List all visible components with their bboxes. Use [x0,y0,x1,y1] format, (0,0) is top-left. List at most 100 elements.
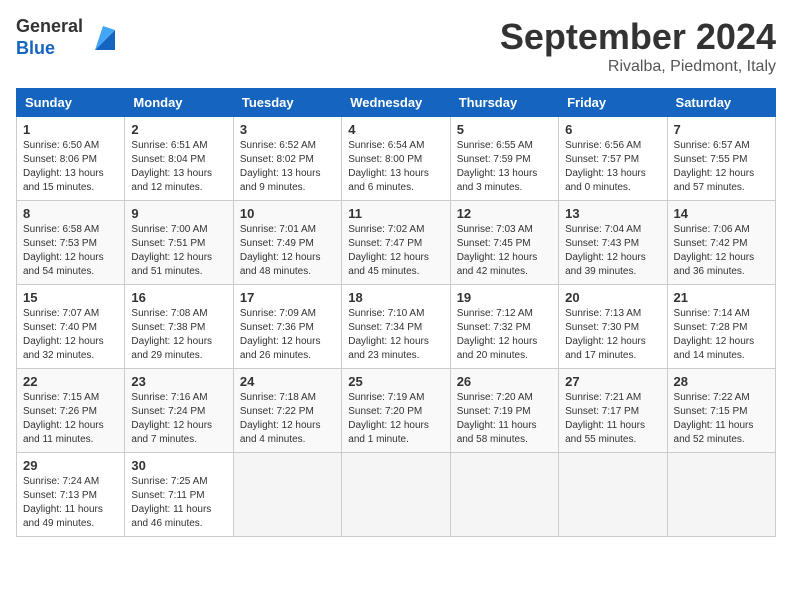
table-row: 28 Sunrise: 7:22 AM Sunset: 7:15 PM Dayli… [667,369,775,453]
day-info: Sunrise: 7:15 AM Sunset: 7:26 PM Dayligh… [23,391,118,447]
day-number: 21 [674,290,769,305]
day-info: Sunrise: 6:54 AM Sunset: 8:00 PM Dayligh… [348,139,443,195]
table-row: 14 Sunrise: 7:06 AM Sunset: 7:42 PM Dayli… [667,201,775,285]
table-row: 25 Sunrise: 7:19 AM Sunset: 7:20 PM Dayli… [342,369,450,453]
logo-general: General [16,16,83,36]
table-row: 16 Sunrise: 7:08 AM Sunset: 7:38 PM Dayli… [125,285,233,369]
day-info: Sunrise: 6:55 AM Sunset: 7:59 PM Dayligh… [457,139,552,195]
day-info: Sunrise: 7:14 AM Sunset: 7:28 PM Dayligh… [674,307,769,363]
day-info: Sunrise: 7:06 AM Sunset: 7:42 PM Dayligh… [674,223,769,279]
table-row: 22 Sunrise: 7:15 AM Sunset: 7:26 PM Dayli… [17,369,125,453]
calendar-week-row: 8 Sunrise: 6:58 AM Sunset: 7:53 PM Daylig… [17,201,776,285]
day-number: 2 [131,122,226,137]
table-row: 3 Sunrise: 6:52 AM Sunset: 8:02 PM Daylig… [233,117,341,201]
day-info: Sunrise: 7:19 AM Sunset: 7:20 PM Dayligh… [348,391,443,447]
logo-blue: Blue [16,38,55,58]
title-block: September 2024 Rivalba, Piedmont, Italy [500,16,776,76]
day-number: 1 [23,122,118,137]
table-row: 11Sunrise: 7:02 AM Sunset: 7:47 PM Dayli… [342,201,450,285]
day-number: 29 [23,458,118,473]
page-header: General Blue September 2024 Rivalba, Pie… [16,16,776,76]
day-number: 24 [240,374,335,389]
day-info: Sunrise: 7:18 AM Sunset: 7:22 PM Dayligh… [240,391,335,447]
day-number: 13 [565,206,660,221]
day-number: 9 [131,206,226,221]
day-number: 22 [23,374,118,389]
table-row: 26 Sunrise: 7:20 AM Sunset: 7:19 PM Dayli… [450,369,558,453]
calendar-week-row: 1 Sunrise: 6:50 AM Sunset: 8:06 PM Daylig… [17,117,776,201]
day-info: Sunrise: 7:01 AM Sunset: 7:49 PM Dayligh… [240,223,335,279]
day-info: Sunrise: 7:08 AM Sunset: 7:38 PM Dayligh… [131,307,226,363]
table-row: 23Sunrise: 7:16 AM Sunset: 7:24 PM Dayli… [125,369,233,453]
table-row: 27Sunrise: 7:21 AM Sunset: 7:17 PM Dayli… [559,369,667,453]
day-info: Sunrise: 7:02 AM Sunset: 7:47 PM Dayligh… [348,223,443,279]
day-info: Sunrise: 7:04 AM Sunset: 7:43 PM Dayligh… [565,223,660,279]
day-info: Sunrise: 7:20 AM Sunset: 7:19 PM Dayligh… [457,391,552,447]
day-number: 5 [457,122,552,137]
day-info: Sunrise: 7:13 AM Sunset: 7:30 PM Dayligh… [565,307,660,363]
day-info: Sunrise: 6:56 AM Sunset: 7:57 PM Dayligh… [565,139,660,195]
table-row: 21 Sunrise: 7:14 AM Sunset: 7:28 PM Dayli… [667,285,775,369]
day-number: 10 [240,206,335,221]
day-number: 3 [240,122,335,137]
table-row: 18 Sunrise: 7:10 AM Sunset: 7:34 PM Dayli… [342,285,450,369]
day-number: 6 [565,122,660,137]
day-info: Sunrise: 6:50 AM Sunset: 8:06 PM Dayligh… [23,139,118,195]
table-row [667,453,775,537]
day-info: Sunrise: 7:03 AM Sunset: 7:45 PM Dayligh… [457,223,552,279]
col-thursday: Thursday [450,89,558,117]
day-info: Sunrise: 6:52 AM Sunset: 8:02 PM Dayligh… [240,139,335,195]
day-number: 7 [674,122,769,137]
day-number: 26 [457,374,552,389]
day-number: 4 [348,122,443,137]
col-sunday: Sunday [17,89,125,117]
day-number: 17 [240,290,335,305]
day-number: 23 [131,374,226,389]
table-row: 15 Sunrise: 7:07 AM Sunset: 7:40 PM Dayli… [17,285,125,369]
day-info: Sunrise: 6:58 AM Sunset: 7:53 PM Dayligh… [23,223,118,279]
day-number: 18 [348,290,443,305]
table-row: 5 Sunrise: 6:55 AM Sunset: 7:59 PM Daylig… [450,117,558,201]
day-number: 30 [131,458,226,473]
table-row: 29 Sunrise: 7:24 AM Sunset: 7:13 PM Dayli… [17,453,125,537]
table-row [342,453,450,537]
table-row: 8 Sunrise: 6:58 AM Sunset: 7:53 PM Daylig… [17,201,125,285]
table-row: 4 Sunrise: 6:54 AM Sunset: 8:00 PM Daylig… [342,117,450,201]
table-row: 17 Sunrise: 7:09 AM Sunset: 7:36 PM Dayli… [233,285,341,369]
table-row: 30 Sunrise: 7:25 AM Sunset: 7:11 PM Dayli… [125,453,233,537]
table-row: 7Sunrise: 6:57 AM Sunset: 7:55 PM Daylig… [667,117,775,201]
day-info: Sunrise: 7:24 AM Sunset: 7:13 PM Dayligh… [23,475,118,531]
day-number: 19 [457,290,552,305]
location-subtitle: Rivalba, Piedmont, Italy [500,58,776,76]
table-row: 19Sunrise: 7:12 AM Sunset: 7:32 PM Dayli… [450,285,558,369]
table-row: 20 Sunrise: 7:13 AM Sunset: 7:30 PM Dayli… [559,285,667,369]
calendar-week-row: 29 Sunrise: 7:24 AM Sunset: 7:13 PM Dayli… [17,453,776,537]
day-info: Sunrise: 7:09 AM Sunset: 7:36 PM Dayligh… [240,307,335,363]
day-number: 25 [348,374,443,389]
calendar-header-row: Sunday Monday Tuesday Wednesday Thursday… [17,89,776,117]
col-friday: Friday [559,89,667,117]
day-number: 15 [23,290,118,305]
day-info: Sunrise: 7:25 AM Sunset: 7:11 PM Dayligh… [131,475,226,531]
month-title: September 2024 [500,16,776,58]
table-row: 13 Sunrise: 7:04 AM Sunset: 7:43 PM Dayli… [559,201,667,285]
day-info: Sunrise: 7:07 AM Sunset: 7:40 PM Dayligh… [23,307,118,363]
table-row [233,453,341,537]
table-row: 9 Sunrise: 7:00 AM Sunset: 7:51 PM Daylig… [125,201,233,285]
day-info: Sunrise: 6:51 AM Sunset: 8:04 PM Dayligh… [131,139,226,195]
day-number: 20 [565,290,660,305]
day-info: Sunrise: 7:00 AM Sunset: 7:51 PM Dayligh… [131,223,226,279]
table-row: 10 Sunrise: 7:01 AM Sunset: 7:49 PM Dayli… [233,201,341,285]
col-tuesday: Tuesday [233,89,341,117]
day-number: 12 [457,206,552,221]
table-row: 12 Sunrise: 7:03 AM Sunset: 7:45 PM Dayli… [450,201,558,285]
day-info: Sunrise: 7:22 AM Sunset: 7:15 PM Dayligh… [674,391,769,447]
day-number: 28 [674,374,769,389]
day-number: 14 [674,206,769,221]
day-number: 8 [23,206,118,221]
table-row: 24 Sunrise: 7:18 AM Sunset: 7:22 PM Dayli… [233,369,341,453]
table-row [559,453,667,537]
calendar-week-row: 15 Sunrise: 7:07 AM Sunset: 7:40 PM Dayli… [17,285,776,369]
day-info: Sunrise: 7:10 AM Sunset: 7:34 PM Dayligh… [348,307,443,363]
day-number: 16 [131,290,226,305]
